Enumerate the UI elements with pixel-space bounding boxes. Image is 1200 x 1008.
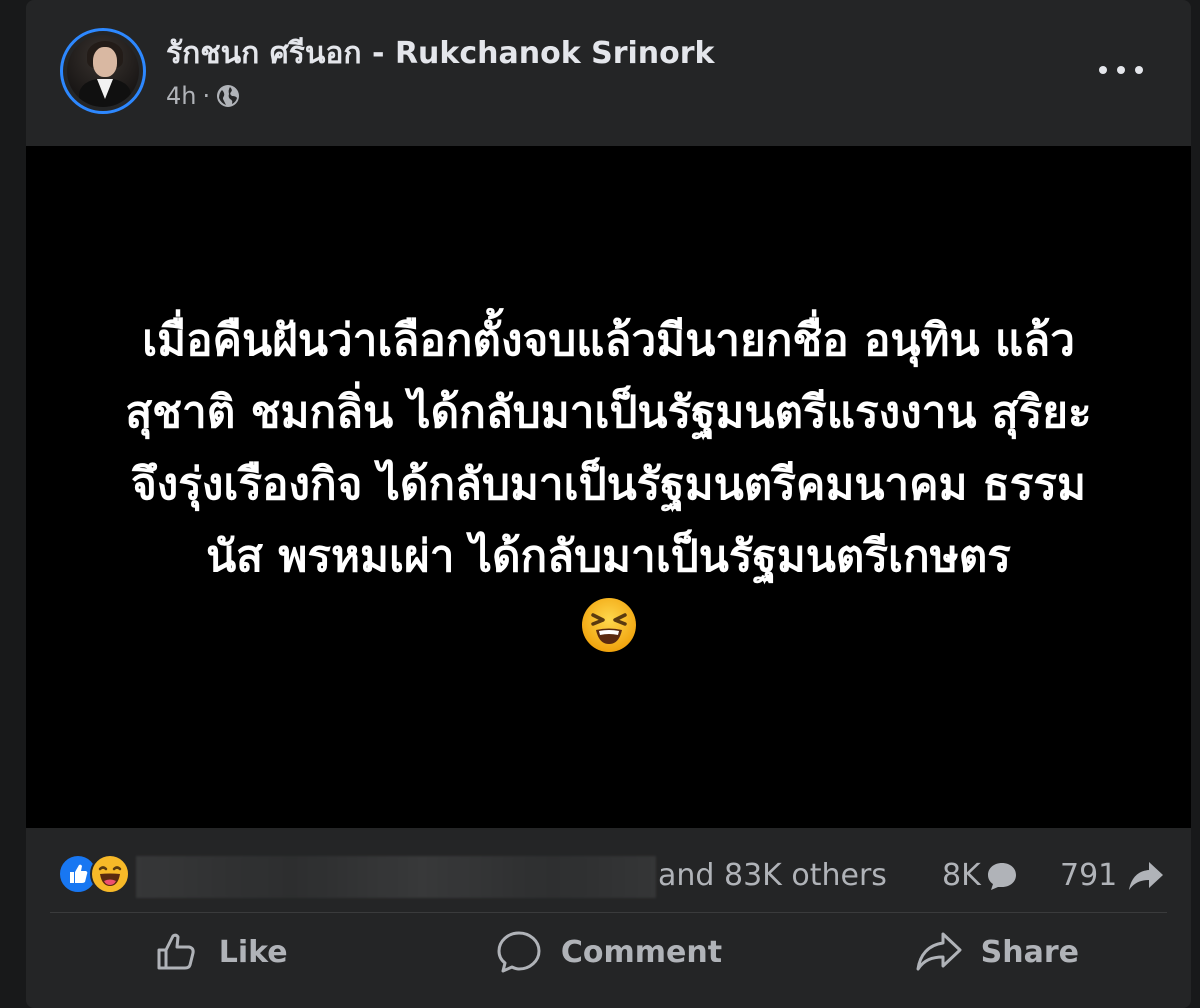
globe-icon[interactable] [216, 84, 240, 108]
author-avatar[interactable] [60, 28, 146, 114]
like-icon [157, 933, 195, 970]
comments-count-value: 8K [942, 858, 981, 893]
post-card: รักชนก ศรีนอก - Rukchanok Srinork 4h · เ… [26, 0, 1191, 1008]
comments-count[interactable]: 8K [942, 858, 1019, 893]
post-header: รักชนก ศรีนอก - Rukchanok Srinork 4h · [26, 0, 1191, 146]
reactions-others-text[interactable]: and 83K others [658, 858, 887, 893]
avatar-face [93, 47, 117, 77]
post-content[interactable]: เมื่อคืนฝันว่าเลือกตั้งจบแล้วมีนายกชื่อ … [26, 146, 1191, 828]
comment-label: Comment [560, 934, 723, 970]
avatar-image [67, 35, 139, 107]
meta-separator: · [202, 82, 211, 110]
reactor-names-redacted [136, 856, 656, 898]
share-label: Share [980, 934, 1079, 970]
dot-2 [1117, 66, 1125, 74]
post-actions: Like Comment Share [26, 916, 1191, 988]
shares-count[interactable]: 791 [1060, 858, 1165, 893]
dot-3 [1135, 66, 1143, 74]
comment-bubble-icon [987, 862, 1016, 890]
tired-face-emoji [581, 598, 636, 652]
share-icon [916, 932, 962, 971]
shares-count-value: 791 [1060, 858, 1118, 893]
actions-divider [50, 912, 1167, 913]
post-text: เมื่อคืนฝันว่าเลือกตั้งจบแล้วมีนายกชื่อ … [125, 315, 1092, 582]
share-button[interactable]: Share [803, 916, 1191, 988]
more-options-icon[interactable] [1099, 56, 1143, 84]
post-time[interactable]: 4h [166, 82, 196, 110]
like-label: Like [218, 934, 288, 970]
haha-reaction-icon[interactable] [90, 854, 130, 894]
reactions-bar: and 83K others 8K 791 [26, 828, 1191, 920]
dot-1 [1099, 66, 1107, 74]
comment-button[interactable]: Comment [414, 916, 802, 988]
author-name[interactable]: รักชนก ศรีนอก - Rukchanok Srinork [166, 30, 715, 77]
comment-icon [497, 931, 541, 973]
laughing-face-icon [98, 866, 122, 886]
share-arrow-icon [1129, 861, 1164, 890]
like-button[interactable]: Like [26, 916, 414, 988]
post-meta: 4h · [166, 82, 240, 110]
